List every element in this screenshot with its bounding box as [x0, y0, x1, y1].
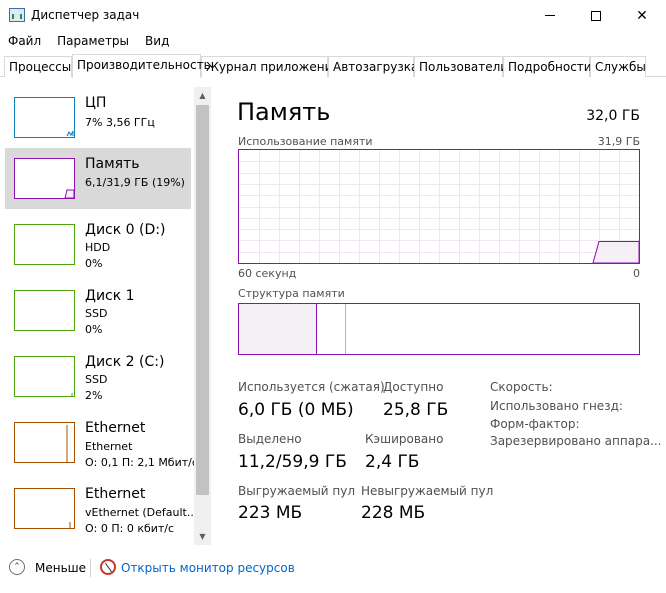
paged-pool-value: 223 МБ	[238, 503, 303, 523]
network-thumbnail	[14, 488, 75, 529]
scroll-down-arrow-icon[interactable]: ▼	[194, 528, 211, 545]
resource-item-memory[interactable]: Память 6,1/31,9 ГБ (19%)	[5, 148, 191, 209]
tab-processes[interactable]: Процессы	[4, 56, 72, 77]
network-throughput: О: 0,1 П: 2,1 Мбит/с	[85, 456, 198, 469]
task-manager-icon	[9, 8, 25, 22]
cpu-thumbnail	[14, 97, 75, 138]
maximize-button[interactable]	[573, 0, 619, 31]
memory-total: 32,0 ГБ	[586, 108, 640, 124]
resource-item-disk2[interactable]: Диск 2 (C:) SSD 2%	[5, 346, 191, 407]
chevron-up-icon[interactable]: ⌃	[9, 559, 25, 575]
resource-type: SSD	[85, 307, 108, 320]
resource-list: ЦП 7% 3,56 ГГц Память 6,1/31,9 ГБ (19%) …	[5, 87, 212, 545]
scroll-thumb[interactable]	[196, 105, 209, 495]
memory-usage-graph	[238, 149, 640, 264]
tab-users[interactable]: Пользователи	[414, 56, 508, 77]
resource-usage: 2%	[85, 389, 103, 402]
network-thumbnail	[14, 422, 75, 463]
in-use-value: 6,0 ГБ (0 МБ)	[238, 400, 354, 420]
committed-label: Выделено	[238, 432, 302, 446]
footer: ⌃ Меньше Открыть монитор ресурсов	[0, 553, 666, 583]
tab-strip: Процессы Производительность Журнал прило…	[0, 54, 666, 78]
menu-bar: Файл Параметры Вид	[0, 31, 177, 52]
fewer-details-button[interactable]: Меньше	[35, 561, 86, 575]
minimize-icon	[545, 15, 555, 16]
memory-usage-max: 31,9 ГБ	[597, 135, 640, 148]
resource-name: Память	[85, 156, 140, 172]
memory-usage-label: Использование памяти	[238, 135, 373, 148]
adapter-name: Ethernet	[85, 440, 133, 453]
graph-time-label: 60 секунд	[238, 267, 297, 280]
adapter-name: vEthernet (Default...	[85, 506, 198, 519]
resource-item-vethernet[interactable]: Ethernet vEthernet (Default... О: 0 П: 0…	[5, 478, 197, 539]
menu-view[interactable]: Вид	[137, 31, 177, 52]
resource-item-ethernet[interactable]: Ethernet Ethernet О: 0,1 П: 2,1 Мбит/с	[5, 412, 198, 473]
disk-thumbnail	[14, 290, 75, 331]
in-use-label: Используется (сжатая)	[238, 380, 385, 394]
hardware-reserved-label: Зарезервировано аппара...	[490, 434, 662, 448]
resource-monitor-icon	[100, 559, 116, 575]
memory-thumbnail	[14, 158, 75, 199]
resource-name: Диск 2 (C:)	[85, 354, 165, 370]
menu-options[interactable]: Параметры	[49, 31, 137, 52]
graph-time-end: 0	[633, 267, 640, 280]
paged-pool-label: Выгружаемый пул	[238, 484, 356, 498]
cached-label: Кэшировано	[365, 432, 444, 446]
tab-details[interactable]: Подробности	[503, 56, 592, 77]
tab-app-history[interactable]: Журнал приложений	[201, 56, 340, 77]
close-icon: ✕	[636, 7, 648, 24]
memory-usage-area	[592, 241, 640, 264]
page-title: Память	[237, 98, 331, 126]
footer-divider	[90, 559, 91, 577]
slots-used-label: Использовано гнезд:	[490, 399, 623, 413]
composition-modified	[345, 304, 346, 354]
window-title: Диспетчер задач	[31, 8, 140, 22]
resource-usage: 0%	[85, 323, 103, 336]
nonpaged-pool-value: 228 МБ	[361, 503, 426, 523]
tab-startup[interactable]: Автозагрузка	[328, 56, 418, 77]
available-value: 25,8 ГБ	[383, 400, 449, 420]
resource-type: HDD	[85, 241, 111, 254]
resource-name: Диск 1	[85, 288, 135, 304]
resource-item-disk0[interactable]: Диск 0 (D:) HDD 0%	[5, 214, 191, 275]
tab-services[interactable]: Службы	[590, 56, 646, 77]
resource-usage: 0%	[85, 257, 103, 270]
form-factor-label: Форм-фактор:	[490, 417, 580, 431]
resource-name: Ethernet	[85, 486, 146, 502]
disk-thumbnail	[14, 224, 75, 265]
network-throughput: О: 0 П: 0 кбит/с	[85, 522, 175, 535]
tab-performance[interactable]: Производительность	[72, 54, 211, 78]
minimize-button[interactable]	[527, 0, 573, 31]
resource-name: ЦП	[85, 95, 107, 111]
scroll-up-arrow-icon[interactable]: ▲	[194, 87, 211, 104]
open-resource-monitor-link[interactable]: Открыть монитор ресурсов	[121, 561, 295, 575]
title-bar: Диспетчер задач ✕	[0, 0, 666, 31]
composition-in-use	[239, 304, 317, 354]
resource-detail: 6,1/31,9 ГБ (19%)	[85, 176, 185, 189]
menu-file[interactable]: Файл	[0, 31, 49, 52]
resource-name: Ethernet	[85, 420, 146, 436]
available-label: Доступно	[383, 380, 444, 394]
resource-item-cpu[interactable]: ЦП 7% 3,56 ГГц	[5, 87, 191, 148]
close-button[interactable]: ✕	[619, 0, 665, 31]
committed-value: 11,2/59,9 ГБ	[238, 452, 347, 472]
maximize-icon	[591, 10, 601, 21]
nonpaged-pool-label: Невыгружаемый пул	[361, 484, 494, 498]
cached-value: 2,4 ГБ	[365, 452, 420, 472]
memory-composition-bar	[238, 303, 640, 355]
memory-composition-label: Структура памяти	[238, 287, 345, 300]
resource-name: Диск 0 (D:)	[85, 222, 166, 238]
disk-thumbnail	[14, 356, 75, 397]
resource-type: SSD	[85, 373, 108, 386]
resource-item-disk1[interactable]: Диск 1 SSD 0%	[5, 280, 191, 341]
resource-detail: 7% 3,56 ГГц	[85, 116, 155, 129]
speed-label: Скорость:	[490, 380, 553, 394]
resource-list-scrollbar[interactable]: ▲ ▼	[194, 87, 211, 545]
